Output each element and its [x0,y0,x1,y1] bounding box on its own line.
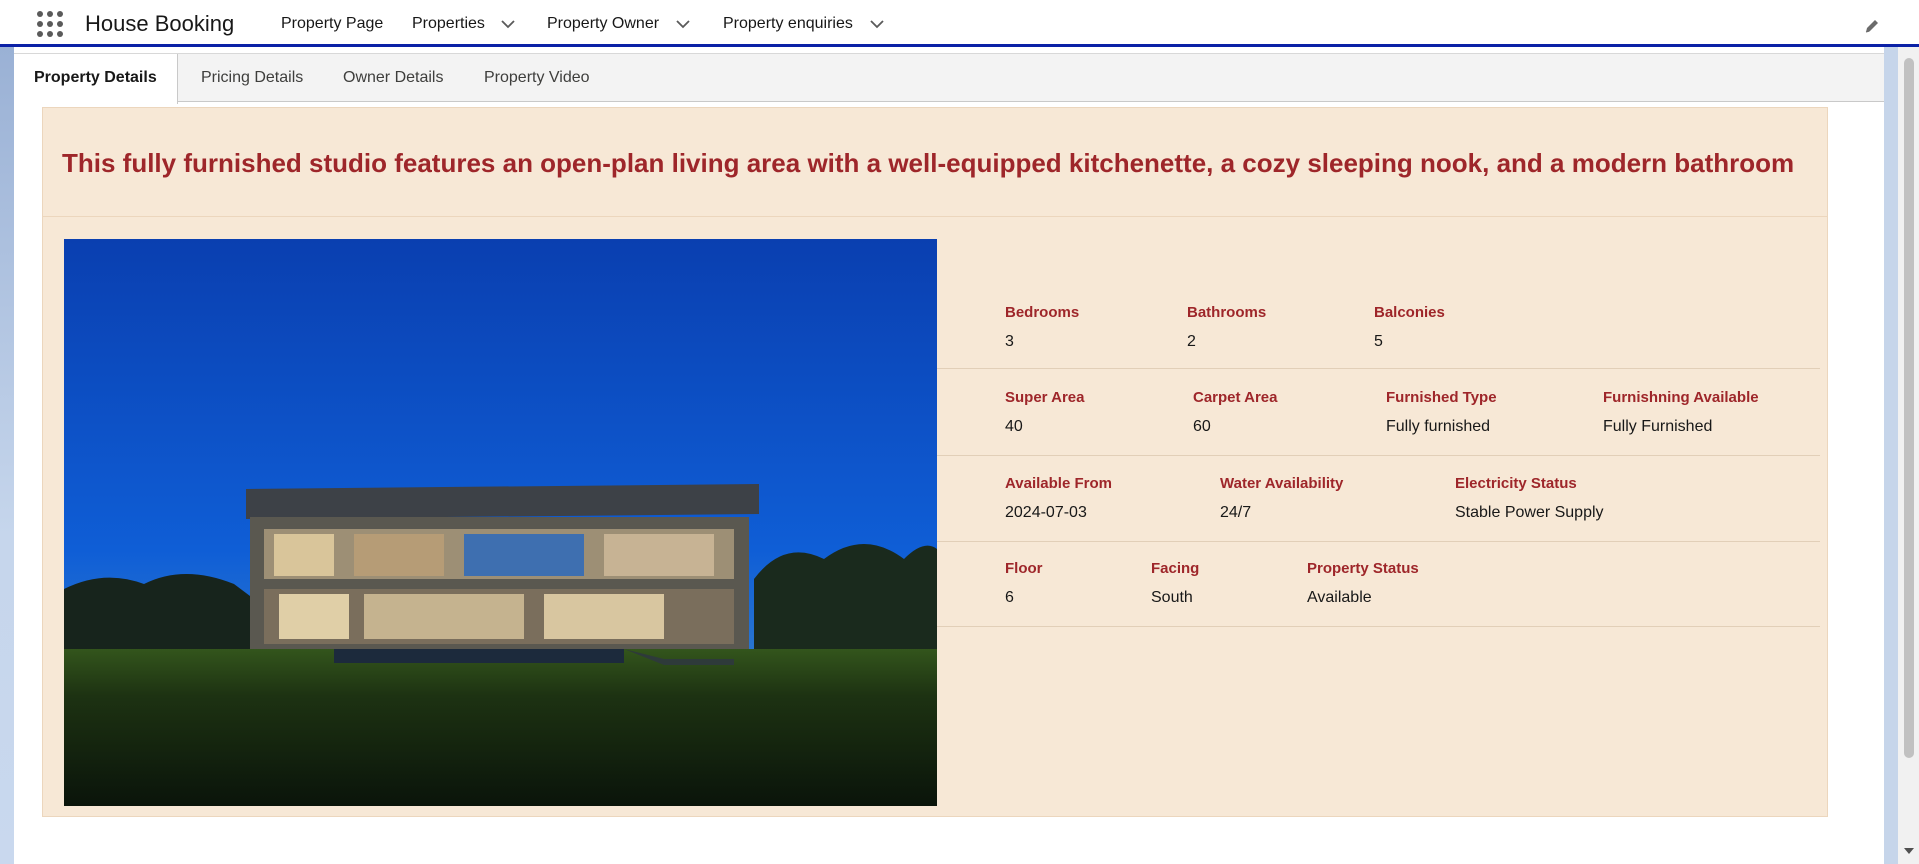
scrollbar-thumb[interactable] [1904,58,1914,758]
field-label: Furnishning Available [1603,389,1759,406]
field-super-area: Super Area 40 [1005,389,1084,436]
field-label: Furnished Type [1386,389,1497,406]
field-facing: Facing South [1151,560,1199,607]
field-label: Bedrooms [1005,304,1080,321]
tab-pricing-details[interactable]: Pricing Details [201,54,303,103]
background-decoration [0,47,14,864]
edit-pencil-icon[interactable] [1863,17,1881,35]
field-furnishing-available: Furnishning Available Fully Furnished [1603,389,1759,436]
property-header-card: This fully furnished studio features an … [42,107,1828,217]
tab-property-details[interactable]: Property Details [14,54,178,104]
field-available-from: Available From 2024-07-03 [1005,475,1112,522]
field-value: South [1151,589,1193,606]
field-property-status: Property Status Available [1307,560,1419,607]
nav-item-property-owner[interactable]: Property Owner [547,15,659,33]
field-water-availability: Water Availability 24/7 [1220,475,1343,522]
field-bathrooms: Bathrooms 2 [1187,304,1266,351]
nav-item-property-page[interactable]: Property Page [281,15,383,33]
field-floor: Floor 6 [1005,560,1043,607]
field-value: Available [1307,589,1372,606]
field-label: Facing [1151,560,1200,577]
property-photo [64,239,937,806]
field-label: Property Status [1307,560,1419,577]
field-value: 2024-07-03 [1005,504,1087,521]
background-decoration [1884,47,1898,864]
field-value: 5 [1374,333,1383,350]
nav-item-property-enquiries[interactable]: Property enquiries [723,15,853,33]
field-label: Super Area [1005,389,1085,406]
app-launcher-icon[interactable] [37,11,63,37]
tab-property-video[interactable]: Property Video [484,54,590,103]
field-carpet-area: Carpet Area 60 [1193,389,1277,436]
tab-owner-details[interactable]: Owner Details [343,54,443,103]
chevron-down-icon[interactable] [675,16,691,32]
details-row-utilities: Available From 2024-07-03 Water Availabi… [937,456,1820,542]
global-header: House Booking Property Page Properties P… [0,0,1919,47]
chevron-down-icon[interactable] [869,16,885,32]
field-label: Available From [1005,475,1112,492]
field-label: Electricity Status [1455,475,1577,492]
field-balconies: Balconies 5 [1374,304,1445,351]
field-label: Water Availability [1220,475,1344,492]
field-value: 3 [1005,333,1014,350]
field-label: Balconies [1374,304,1445,321]
field-value: Fully Furnished [1603,418,1713,435]
field-value: 60 [1193,418,1211,435]
details-row-area: Super Area 40 Carpet Area 60 Furnished T… [937,369,1820,456]
field-label: Floor [1005,560,1043,577]
field-value: 40 [1005,418,1023,435]
details-row-rooms: Bedrooms 3 Bathrooms 2 Balconies 5 [937,300,1820,369]
chevron-down-icon[interactable] [500,16,516,32]
field-furnished-type: Furnished Type Fully furnished [1386,389,1497,436]
field-value: 24/7 [1220,504,1252,521]
field-label: Bathrooms [1187,304,1267,321]
field-value: 6 [1005,589,1014,606]
app-name: House Booking [85,11,235,36]
field-electricity-status: Electricity Status Stable Power Supply [1455,475,1604,522]
field-value: Fully furnished [1386,418,1491,435]
details-row-status: Floor 6 Facing South Property Status Ava… [937,542,1820,627]
field-value: 2 [1187,333,1196,350]
field-value: Stable Power Supply [1455,504,1604,521]
scroll-down-arrow-icon[interactable] [1904,848,1914,854]
property-headline: This fully furnished studio features an … [62,148,1795,178]
tab-bar: Property Details Pricing Details Owner D… [14,53,1884,104]
field-label: Carpet Area [1193,389,1278,406]
field-bedrooms: Bedrooms 3 [1005,304,1079,351]
nav-item-properties[interactable]: Properties [412,15,485,33]
